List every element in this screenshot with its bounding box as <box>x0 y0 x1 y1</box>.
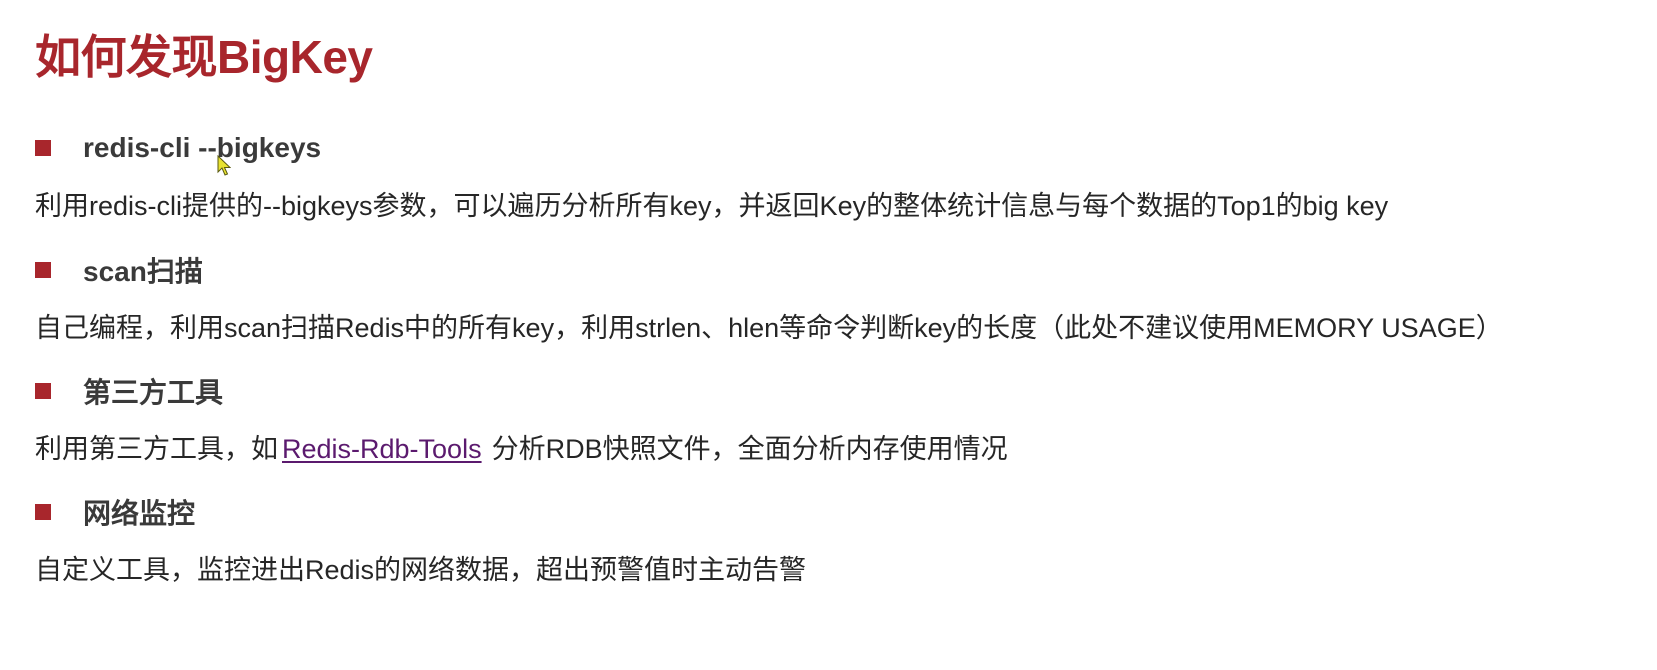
section-description: 自定义工具，监控进出Redis的网络数据，超出预警值时主动告警 <box>35 554 1635 586</box>
section-bigkeys: redis-cli --bigkeys 利用redis-cli提供的--bigk… <box>35 128 1635 222</box>
section-description: 利用第三方工具，如 Redis-Rdb-Tools 分析RDB快照文件，全面分析… <box>35 433 1635 465</box>
section-heading: scan扫描 <box>83 256 203 287</box>
section-heading-row: 网络监控 <box>35 492 1635 532</box>
slide: 如何发现BigKey redis-cli --bigkeys 利用redis-c… <box>0 0 1657 670</box>
section-description-text: 自定义工具，监控进出Redis的网络数据，超出预警值时主动告警 <box>35 555 807 585</box>
square-bullet-icon <box>35 262 51 278</box>
redis-rdb-tools-link[interactable]: Redis-Rdb-Tools <box>282 433 482 465</box>
section-description-text: 利用redis-cli提供的--bigkeys参数，可以遍历分析所有key，并返… <box>35 191 1389 221</box>
slide-title: 如何发现BigKey <box>35 31 373 83</box>
section-description: 自己编程，利用scan扫描Redis中的所有key，利用strlen、hlen等… <box>35 312 1635 344</box>
section-heading-row: redis-cli --bigkeys <box>35 128 1635 168</box>
section-heading: 第三方工具 <box>83 377 224 408</box>
square-bullet-icon <box>35 504 51 520</box>
section-network-monitoring: 网络监控 自定义工具，监控进出Redis的网络数据，超出预警值时主动告警 <box>35 492 1635 586</box>
section-description-prefix: 利用第三方工具，如 <box>35 434 278 464</box>
square-bullet-icon <box>35 383 51 399</box>
square-bullet-icon <box>35 140 51 156</box>
section-heading: redis-cli --bigkeys <box>83 132 322 163</box>
section-heading-row: scan扫描 <box>35 250 1635 290</box>
mouse-pointer-icon <box>217 155 231 176</box>
section-heading: 网络监控 <box>83 498 196 529</box>
section-description-suffix: 分析RDB快照文件，全面分析内存使用情况 <box>491 434 1008 464</box>
section-scan: scan扫描 自己编程，利用scan扫描Redis中的所有key，利用strle… <box>35 250 1635 344</box>
section-description-text: 自己编程，利用scan扫描Redis中的所有key，利用strlen、hlen等… <box>35 313 1503 343</box>
section-description: 利用redis-cli提供的--bigkeys参数，可以遍历分析所有key，并返… <box>35 190 1635 222</box>
section-heading-row: 第三方工具 <box>35 371 1635 411</box>
section-third-party-tools: 第三方工具 利用第三方工具，如 Redis-Rdb-Tools 分析RDB快照文… <box>35 371 1635 465</box>
